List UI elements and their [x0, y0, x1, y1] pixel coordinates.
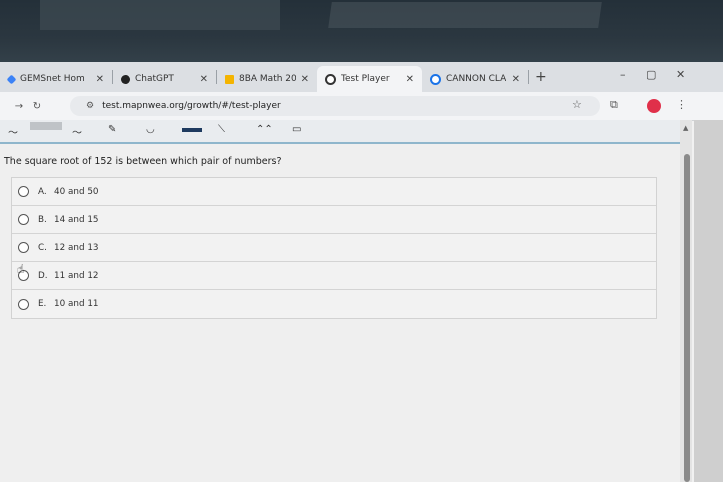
eraser-tool-icon[interactable]: ◡ — [146, 124, 155, 135]
tab-gemsnet[interactable]: GEMSnet Hom ✕ — [0, 68, 112, 90]
close-tab-icon[interactable]: ✕ — [512, 74, 520, 85]
pencil-tool-icon[interactable]: ✎ — [108, 124, 116, 135]
menu-kebab-icon[interactable]: ⋮ — [676, 98, 687, 111]
bookmark-star-icon[interactable]: ☆ — [572, 98, 582, 111]
choice-text: 12 and 13 — [54, 242, 99, 253]
test-toolbar: 〜 〜 ✎ ◡ ⟍ ⌃⌃ ▭ — [0, 120, 680, 144]
choice-letter: B. — [38, 214, 47, 225]
tab-cannon-class[interactable]: CANNON CLA ✕ — [422, 68, 528, 90]
tab-8ba-math[interactable]: 8BA Math 202 ✕ — [217, 68, 317, 90]
choice-letter: E. — [38, 299, 47, 309]
url-text: test.mapnwea.org/growth/#/test-player — [102, 101, 281, 111]
radio-button[interactable] — [18, 186, 29, 197]
background-area — [0, 0, 723, 64]
reload-icon[interactable]: ↻ — [28, 101, 46, 112]
address-bar[interactable]: ⚙ test.mapnwea.org/growth/#/test-player — [70, 96, 600, 116]
zoom-tool-icon[interactable]: ⌃⌃ — [256, 124, 273, 135]
choice-text: 14 and 15 — [54, 214, 99, 225]
close-tab-icon[interactable]: ✕ — [406, 74, 414, 85]
choice-text: 40 and 50 — [54, 186, 99, 197]
screen-edge — [694, 120, 723, 482]
tab-label: ChatGPT — [135, 74, 174, 84]
test-player-icon — [325, 73, 336, 85]
choice-c[interactable]: C. 12 and 13 — [12, 234, 656, 262]
tab-label: 8BA Math 202 — [239, 74, 296, 84]
line-tool-icon[interactable]: 〜 — [72, 124, 82, 139]
chatgpt-icon — [121, 74, 130, 84]
radio-button[interactable] — [18, 242, 29, 253]
answer-choices: A. 40 and 50 B. 14 and 15 C. 12 and 13 D… — [11, 177, 657, 319]
choice-text: 10 and 11 — [54, 299, 99, 309]
choice-letter: D. — [38, 270, 48, 281]
navigation-bar: → ↻ ⚙ test.mapnwea.org/growth/#/test-pla… — [0, 92, 723, 121]
measure-tool-icon[interactable]: ⟍ — [218, 124, 225, 135]
scrollbar-thumb[interactable] — [684, 154, 690, 482]
minimize-icon[interactable]: – — [620, 68, 626, 81]
choice-a[interactable]: A. 40 and 50 — [12, 178, 656, 206]
new-tab-icon[interactable]: + — [535, 69, 547, 85]
tab-label: Test Player — [341, 74, 390, 84]
classroom-icon — [225, 74, 234, 84]
highlighter-tool-icon[interactable] — [182, 128, 202, 132]
gemsnet-icon — [6, 74, 17, 84]
forward-icon[interactable]: → — [10, 101, 28, 112]
mouse-cursor-icon: ☝ — [17, 262, 25, 276]
tab-chatgpt[interactable]: ChatGPT ✕ — [113, 68, 216, 90]
tab-separator — [528, 70, 529, 84]
question-text: The square root of 152 is between which … — [4, 156, 282, 167]
tab-test-player[interactable]: Test Player ✕ — [317, 66, 422, 92]
choice-b[interactable]: B. 14 and 15 — [12, 206, 656, 234]
question-area: The square root of 152 is between which … — [0, 144, 680, 482]
radio-button[interactable] — [18, 214, 29, 225]
site-settings-icon[interactable]: ⚙ — [86, 101, 94, 111]
profile-avatar[interactable] — [647, 99, 661, 113]
calculator-tool-icon[interactable]: ▭ — [292, 124, 301, 135]
choice-letter: C. — [38, 242, 47, 253]
pointer-tool-icon[interactable]: 〜 — [8, 124, 18, 139]
close-tab-icon[interactable]: ✕ — [200, 74, 208, 85]
tool-slot[interactable] — [30, 122, 62, 130]
tab-strip: GEMSnet Hom ✕ ChatGPT ✕ 8BA Math 202 ✕ T… — [0, 62, 723, 92]
background-glare — [40, 0, 280, 30]
classroom-icon — [430, 73, 441, 85]
close-window-icon[interactable]: ✕ — [676, 68, 685, 81]
scroll-up-icon[interactable]: ▲ — [683, 124, 688, 132]
radio-button[interactable] — [18, 298, 29, 310]
close-tab-icon[interactable]: ✕ — [96, 74, 104, 85]
choice-letter: A. — [38, 186, 47, 197]
choice-d[interactable]: D. 11 and 12 — [12, 262, 656, 290]
choice-text: 11 and 12 — [54, 270, 99, 281]
tab-label: GEMSnet Hom — [20, 74, 85, 84]
choice-e[interactable]: E. 10 and 11 — [12, 290, 656, 318]
browser-window: GEMSnet Hom ✕ ChatGPT ✕ 8BA Math 202 ✕ T… — [0, 62, 723, 482]
maximize-icon[interactable]: ▢ — [646, 68, 656, 81]
extensions-icon[interactable]: ⧉ — [610, 98, 618, 112]
tab-label: CANNON CLA — [446, 74, 507, 84]
background-glare — [328, 2, 602, 28]
close-tab-icon[interactable]: ✕ — [301, 74, 309, 85]
